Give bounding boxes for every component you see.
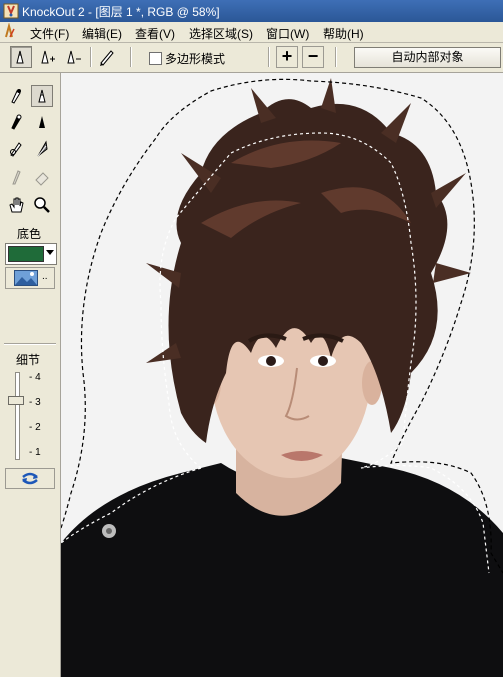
background-color-picker[interactable] [5, 243, 57, 265]
menu-help[interactable]: 帮助(H) [323, 25, 364, 42]
inside-lasso-tool[interactable] [31, 85, 53, 107]
refresh-button[interactable] [5, 468, 55, 489]
title-bar: KnockOut 2 - [图层 1 *, RGB @ 58%] [0, 0, 503, 22]
image-canvas[interactable] [61, 73, 503, 677]
add-point-button[interactable] [36, 46, 58, 68]
remove-point-button[interactable] [62, 46, 84, 68]
chevron-down-icon [46, 250, 54, 255]
background-image-button[interactable]: .. [5, 267, 55, 289]
detail-tick-1: - 1 [29, 447, 41, 458]
detail-slider-track[interactable] [15, 372, 20, 460]
pen-icon [16, 50, 24, 64]
pencil-icon [100, 50, 114, 66]
touchup-brush-tool[interactable] [5, 166, 27, 188]
touchup-brush-icon [12, 170, 21, 185]
polygon-mode-label: 多边形模式 [165, 52, 226, 66]
feather-tool[interactable] [31, 138, 53, 160]
detail-slider-thumb[interactable] [8, 396, 24, 405]
window-title: KnockOut 2 - [图层 1 *, RGB @ 58%] [22, 5, 220, 19]
outside-lasso-icon [39, 116, 45, 128]
menu-selection[interactable]: 选择区域(S) [189, 25, 253, 42]
detail-tick-2: - 2 [29, 422, 41, 433]
outside-brush-icon [11, 114, 22, 130]
background-color-swatch [8, 246, 44, 262]
image-icon [14, 270, 38, 286]
minus-button[interactable]: − [302, 46, 324, 68]
menu-edit[interactable]: 编辑(E) [82, 25, 122, 42]
outside-lasso-tool[interactable] [31, 111, 53, 133]
pencil-button[interactable] [96, 46, 118, 68]
more-dots: .. [42, 271, 48, 282]
background-color-label: 底色 [17, 227, 42, 241]
detail-label: 细节 [16, 353, 41, 367]
brush-mode-button[interactable] [10, 46, 32, 68]
menu-file[interactable]: 文件(F) [30, 25, 69, 42]
eraser-tool[interactable] [31, 166, 53, 188]
inside-brush-tool[interactable] [5, 85, 27, 107]
menu-bar: 文件(F) 编辑(E) 查看(V) 选择区域(S) 窗口(W) 帮助(H) [0, 22, 503, 43]
detail-brush-icon [10, 142, 22, 157]
refresh-icon [22, 472, 38, 485]
knockout-app-icon [3, 3, 19, 19]
detail-tick-3: - 3 [29, 397, 41, 408]
polygon-mode-checkbox[interactable] [149, 52, 162, 65]
zoom-tool[interactable] [31, 194, 53, 216]
pen-subtract-icon [67, 50, 81, 64]
outside-brush-tool[interactable] [5, 111, 27, 133]
feather-icon [37, 140, 48, 157]
menu-window[interactable]: 窗口(W) [266, 25, 309, 42]
inside-lasso-icon [38, 89, 46, 103]
hand-icon [9, 197, 24, 213]
inside-brush-icon [11, 89, 21, 104]
photo [61, 73, 503, 677]
hand-tool[interactable] [5, 194, 27, 216]
menu-view[interactable]: 查看(V) [135, 25, 175, 42]
detail-tick-4: - 4 [29, 372, 41, 383]
document-icon[interactable] [2, 23, 18, 40]
plus-button[interactable]: + [276, 46, 298, 68]
eraser-icon [35, 172, 49, 186]
zoom-icon [34, 197, 50, 213]
detail-brush-tool[interactable] [5, 138, 27, 160]
pen-add-icon [41, 50, 55, 64]
auto-inner-object-button[interactable]: 自动内部对象 [354, 47, 501, 68]
